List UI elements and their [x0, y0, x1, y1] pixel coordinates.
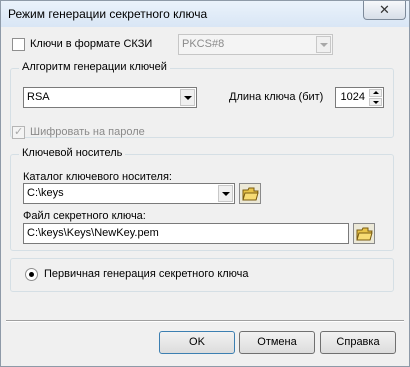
encrypt-password-checkbox[interactable]: ✓ — [12, 126, 25, 139]
window-title: Режим генерации секретного ключа — [8, 7, 208, 21]
folder-open-icon — [356, 227, 373, 241]
key-format-select[interactable]: PKCS#8 — [178, 34, 333, 55]
folder-open-icon — [242, 187, 259, 201]
key-length-spinner[interactable]: 1024 — [335, 87, 384, 108]
skzi-format-label: Ключи в формате СКЗИ — [30, 38, 153, 50]
chevron-down-icon — [222, 192, 230, 196]
spin-up-button[interactable] — [369, 89, 382, 97]
algorithm-select[interactable]: RSA — [23, 87, 197, 108]
key-media-group: Ключевой носитель Каталог ключевого носи… — [10, 147, 394, 251]
close-icon: ✕ — [379, 2, 390, 17]
key-file-input[interactable]: C:\keys\Keys\NewKey.pem — [23, 223, 349, 244]
dialog-window: Режим генерации секретного ключа ✕ Ключи… — [0, 0, 410, 367]
primary-generation-radio[interactable] — [25, 268, 38, 281]
radio-selected-dot — [29, 272, 34, 277]
algorithm-dropdown-button[interactable] — [180, 89, 195, 106]
algorithm-group-title: Алгоритм генерации ключей — [19, 61, 170, 73]
key-media-group-title: Ключевой носитель — [19, 147, 126, 159]
title-bar: Режим генерации секретного ключа ✕ — [1, 1, 409, 27]
key-length-spin-buttons — [369, 89, 382, 106]
catalog-dropdown-button[interactable] — [218, 185, 233, 202]
chevron-down-icon — [320, 43, 328, 47]
key-format-dropdown-button[interactable] — [316, 36, 331, 53]
arrow-down-icon — [373, 101, 379, 104]
key-file-label: Файл секретного ключа: — [23, 210, 146, 222]
dialog-client-area: Ключи в формате СКЗИ PKCS#8 Алгоритм ген… — [6, 28, 404, 362]
skzi-format-checkbox[interactable] — [12, 38, 25, 51]
browse-key-file-button[interactable] — [353, 223, 375, 244]
spin-down-button[interactable] — [369, 98, 382, 106]
catalog-select[interactable]: C:\keys — [23, 183, 235, 204]
button-separator — [6, 320, 404, 322]
catalog-label: Каталог ключевого носителя: — [23, 171, 172, 183]
algorithm-value: RSA — [27, 91, 50, 103]
key-length-value: 1024 — [340, 91, 365, 103]
key-length-label: Длина ключа (бит) — [229, 91, 324, 103]
catalog-value: C:\keys — [27, 187, 64, 199]
ok-button[interactable]: OK — [159, 331, 235, 354]
key-file-value: C:\keys\Keys\NewKey.pem — [27, 227, 159, 239]
close-button[interactable]: ✕ — [363, 1, 406, 20]
key-format-value: PKCS#8 — [182, 38, 225, 50]
primary-generation-label: Первичная генерация секретного ключа — [44, 268, 249, 280]
check-icon: ✓ — [14, 126, 24, 138]
cancel-button[interactable]: Отмена — [239, 331, 315, 354]
chevron-down-icon — [184, 96, 192, 100]
browse-catalog-button[interactable] — [239, 183, 261, 204]
arrow-up-icon — [373, 91, 379, 94]
generation-mode-group: Первичная генерация секретного ключа — [10, 258, 394, 292]
encrypt-password-label: Шифровать на пароле — [30, 126, 145, 138]
help-button[interactable]: Справка — [320, 331, 396, 354]
